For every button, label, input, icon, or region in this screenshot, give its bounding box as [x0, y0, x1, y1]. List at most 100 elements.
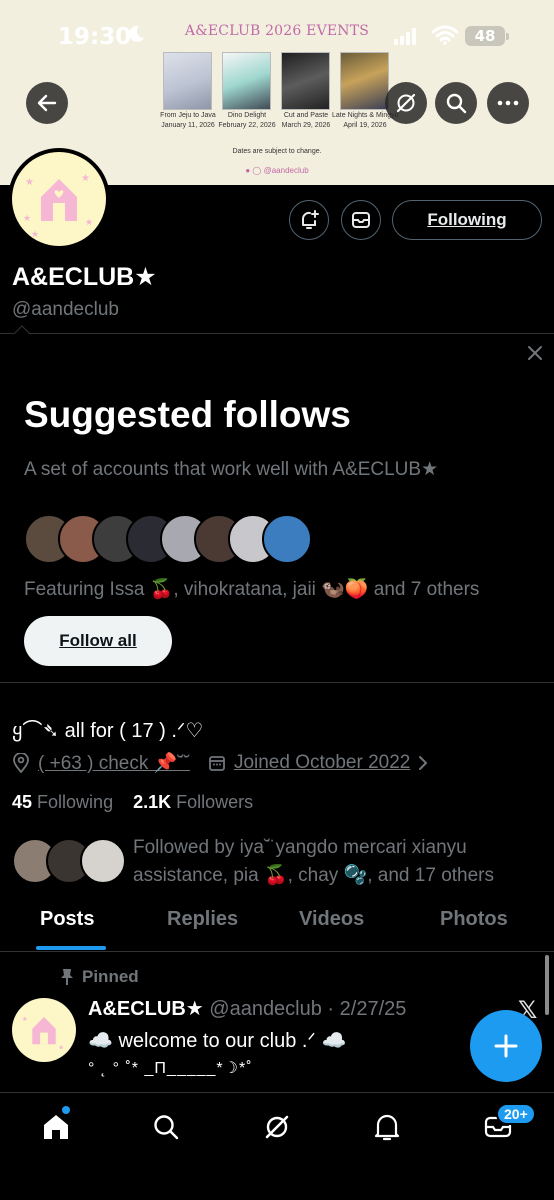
- grok-icon: [265, 1115, 289, 1139]
- location-link[interactable]: ( +63 ) check 📌˘̈˘: [38, 751, 190, 775]
- plus-icon: [494, 1034, 518, 1058]
- post-text[interactable]: ☁️ welcome to our club .ᐟ ☁️: [88, 1028, 346, 1053]
- event-poster: [281, 52, 330, 110]
- notifications-subscribe-button[interactable]: [289, 200, 329, 240]
- back-button[interactable]: [26, 82, 68, 124]
- divider: [0, 951, 554, 952]
- avatar: [80, 838, 126, 884]
- messages-badge: 20+: [496, 1103, 536, 1125]
- event-name: From Jeju to Java: [160, 112, 216, 119]
- battery-indicator: 48: [465, 26, 509, 46]
- profile-tabs: Posts Replies Videos Photos: [0, 908, 554, 950]
- calendar-icon: [209, 756, 225, 771]
- event-4: Late Nights & Mingyu April 19, 2026: [332, 52, 399, 130]
- search-icon: [154, 1115, 179, 1140]
- wifi-icon: [432, 25, 458, 45]
- avatar-image: ★ ★ ★ ★ ★: [12, 152, 106, 246]
- bell-plus-icon: [301, 210, 319, 229]
- bell-icon: [374, 1114, 400, 1141]
- tab-videos[interactable]: Videos: [299, 908, 364, 931]
- event-date: January 11, 2026: [161, 122, 215, 129]
- event-poster: [163, 52, 212, 110]
- event-poster: [340, 52, 389, 110]
- svg-text:★: ★: [81, 173, 90, 184]
- event-name: Dino Delight: [227, 112, 267, 119]
- followers-label: Followers: [176, 792, 254, 812]
- tab-replies[interactable]: Replies: [167, 908, 238, 931]
- message-button[interactable]: [341, 200, 381, 240]
- svg-text:★: ★: [23, 213, 31, 223]
- following-count: 45: [12, 792, 33, 812]
- follow-counts: 45 Following 2.1K Followers: [12, 792, 253, 813]
- nav-notifications[interactable]: [371, 1111, 403, 1143]
- close-icon[interactable]: [526, 344, 544, 362]
- divider: [0, 333, 554, 334]
- profile-bio: ყ⌒➴ all for ( 17 ) .ᐟ♡: [12, 720, 204, 742]
- followers-count: 2.1K: [133, 792, 172, 812]
- grok-button[interactable]: [385, 82, 427, 124]
- nav-search[interactable]: [150, 1111, 182, 1143]
- home-unread-dot: [62, 1106, 70, 1114]
- svg-text:★: ★: [31, 229, 39, 239]
- active-tab-indicator: [36, 946, 106, 950]
- pin-icon: [61, 969, 73, 985]
- event-date: February 22, 2026: [218, 122, 276, 129]
- tab-posts[interactable]: Posts: [40, 908, 94, 931]
- location-icon: [13, 753, 29, 773]
- followers-count-link[interactable]: 2.1K Followers: [133, 792, 253, 812]
- event-date: March 29, 2026: [281, 122, 331, 129]
- svg-text:★: ★: [85, 217, 93, 227]
- svg-text:★: ★: [25, 177, 34, 188]
- event-name: Cut and Paste: [283, 112, 329, 119]
- pinned-label: Pinned: [60, 967, 139, 987]
- following-count-link[interactable]: 45 Following: [12, 792, 113, 812]
- follow-all-button[interactable]: Follow all: [24, 616, 172, 666]
- search-button[interactable]: [435, 82, 477, 124]
- banner-events: From Jeju to Java January 11, 2026 Dino …: [160, 52, 399, 130]
- event-date: April 19, 2026: [343, 122, 387, 129]
- status-time: 19:30: [58, 24, 132, 50]
- more-button[interactable]: [487, 82, 529, 124]
- nav-grok[interactable]: [261, 1111, 293, 1143]
- twitter-icon: ●: [245, 166, 251, 175]
- suggested-follows-title: Suggested follows: [24, 394, 351, 435]
- following-label: Following: [37, 792, 114, 812]
- chevron-right-icon[interactable]: [416, 754, 430, 772]
- profile-avatar[interactable]: ★ ★ ★ ★ ★: [8, 148, 110, 250]
- divider: [0, 682, 554, 683]
- pinned-text: Pinned: [82, 967, 139, 986]
- post-header[interactable]: A&ECLUB★ @aandeclub · 2/27/25: [88, 996, 406, 1021]
- followed-by-text[interactable]: Followed by iya˘̈ yangdo mercari xianyu …: [133, 834, 533, 890]
- following-button[interactable]: Following: [392, 200, 542, 240]
- svg-text:★: ★: [22, 1016, 28, 1023]
- bottom-nav: 20+: [0, 1092, 554, 1200]
- featuring-text: Featuring Issa 🍒, vihokratana, jaii 🦦🍑 a…: [24, 579, 480, 600]
- post-ascii-art: ° ˛ ° ˚* _Π_____*☽*˚: [88, 1060, 253, 1077]
- more-icon: [497, 100, 519, 106]
- compose-button[interactable]: [470, 1010, 542, 1082]
- pointer-notch: [14, 325, 30, 334]
- nav-home[interactable]: [40, 1111, 72, 1143]
- envelope-icon: [352, 212, 370, 228]
- banner-social-handle: @aandeclub: [263, 166, 309, 175]
- event-poster: [222, 52, 271, 110]
- suggested-follows-subtitle: A set of accounts that work well with A&…: [24, 459, 439, 480]
- pink-house-icon: ★ ★: [22, 1016, 64, 1052]
- arrow-left-icon: [37, 94, 57, 112]
- suggested-avatar: [262, 514, 312, 564]
- profile-meta: ( +63 ) check 📌˘̈˘ Joined October 2022: [12, 751, 430, 775]
- post-author-avatar[interactable]: ★ ★: [12, 998, 76, 1062]
- profile-display-name: A&ECLUB★: [12, 263, 157, 291]
- followed-by-avatars[interactable]: [12, 838, 126, 886]
- event-3: Cut and Paste March 29, 2026: [281, 52, 331, 130]
- signal-icon: [394, 28, 416, 45]
- grok-icon: [396, 93, 416, 113]
- instagram-icon: ◯: [252, 166, 262, 175]
- post-handle-date: @aandeclub · 2/27/25: [209, 998, 407, 1020]
- joined-date[interactable]: Joined October 2022: [234, 752, 410, 774]
- scrollbar[interactable]: [545, 955, 549, 1015]
- svg-text:★: ★: [58, 1045, 64, 1052]
- pink-house-icon: ★ ★ ★ ★ ★: [23, 173, 93, 239]
- profile-handle: @aandeclub: [12, 299, 119, 320]
- tab-photos[interactable]: Photos: [440, 908, 508, 931]
